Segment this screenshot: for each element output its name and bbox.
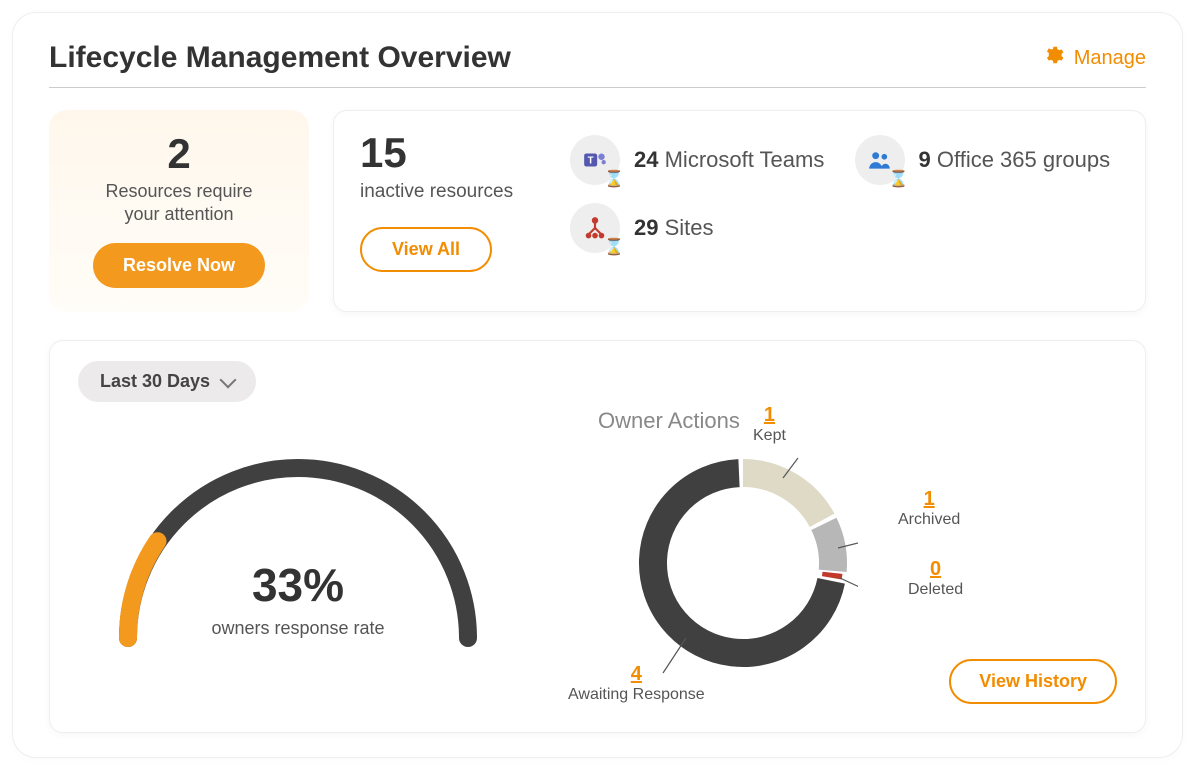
hourglass-icon: ⌛ <box>604 237 624 257</box>
stat-sites[interactable]: ⌛ 29 Sites <box>570 203 835 253</box>
owner-actions-title: Owner Actions <box>598 408 740 434</box>
label-kept[interactable]: 1 Kept <box>753 404 786 445</box>
response-rate-gauge: 33% owners response rate <box>78 408 518 658</box>
svg-text:T: T <box>588 155 594 166</box>
stat-groups[interactable]: ⌛ 9 Office 365 groups <box>855 135 1120 185</box>
view-all-button[interactable]: View All <box>360 227 492 272</box>
inactive-card: 15 inactive resources View All T ⌛ 24 Mi… <box>333 110 1146 312</box>
bottom-card: Last 30 Days 33% owners response rate Ow… <box>49 340 1146 733</box>
label-awaiting[interactable]: 4 Awaiting Response <box>568 663 705 704</box>
gauge-label: owners response rate <box>78 618 518 639</box>
page-title: Lifecycle Management Overview <box>49 41 511 75</box>
stat-grid: T ⌛ 24 Microsoft Teams ⌛ 9 Office 365 gr… <box>570 129 1119 293</box>
sites-icon: ⌛ <box>570 203 620 253</box>
header-row: Lifecycle Management Overview Manage <box>49 41 1146 88</box>
top-row: 2 Resources require your attention Resol… <box>49 110 1146 312</box>
attention-count: 2 <box>67 130 291 178</box>
chevron-down-icon <box>220 371 237 388</box>
inactive-label: inactive resources <box>360 181 540 203</box>
period-selector[interactable]: Last 30 Days <box>78 361 256 402</box>
inactive-summary: 15 inactive resources View All <box>360 129 540 293</box>
label-archived[interactable]: 1 Archived <box>898 488 960 529</box>
manage-label: Manage <box>1074 47 1146 70</box>
view-history-button[interactable]: View History <box>949 659 1117 704</box>
overview-panel: Lifecycle Management Overview Manage 2 R… <box>12 12 1183 758</box>
label-deleted[interactable]: 0 Deleted <box>908 558 963 599</box>
gear-icon <box>1042 44 1064 72</box>
attention-card: 2 Resources require your attention Resol… <box>49 110 309 312</box>
hourglass-icon: ⌛ <box>604 169 624 189</box>
stat-teams[interactable]: T ⌛ 24 Microsoft Teams <box>570 135 835 185</box>
resolve-now-button[interactable]: Resolve Now <box>93 243 265 288</box>
groups-icon: ⌛ <box>855 135 905 185</box>
hourglass-icon: ⌛ <box>889 169 909 189</box>
gauge-percent: 33% <box>78 558 518 612</box>
manage-button[interactable]: Manage <box>1042 44 1146 72</box>
attention-text: Resources require your attention <box>67 180 291 225</box>
inactive-count: 15 <box>360 129 540 177</box>
teams-icon: T ⌛ <box>570 135 620 185</box>
